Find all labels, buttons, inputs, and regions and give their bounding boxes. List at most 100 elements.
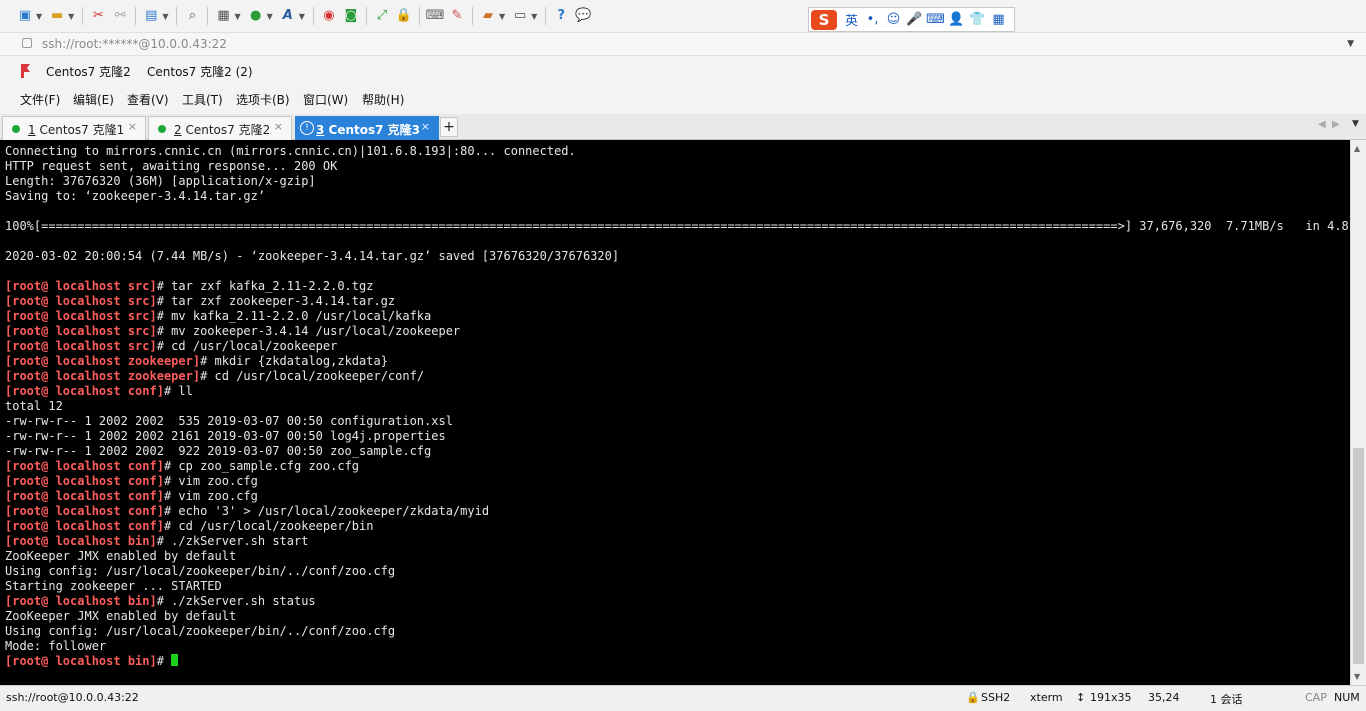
status-size: 191x35 — [1090, 691, 1132, 704]
close-icon[interactable]: × — [421, 120, 430, 133]
status-terminal-type: xterm — [1030, 691, 1063, 704]
terminal-line: [root@ localhost src]# mv zookeeper-3.4.… — [5, 324, 460, 339]
terminal-cursor — [171, 654, 179, 666]
dropdown-arrow-icon[interactable]: ▼ — [234, 12, 240, 21]
layout-icon[interactable]: ▦ — [214, 7, 232, 25]
new-session-icon[interactable]: ▣ — [16, 7, 34, 25]
resize-icon: ↕ — [1076, 691, 1086, 704]
output-text: Starting zookeeper ... STARTED — [5, 579, 222, 593]
shell-prompt: [root@ localhost conf] — [5, 519, 164, 533]
highlight-icon[interactable]: ✎ — [448, 7, 466, 25]
tab-scroll-left-icon[interactable]: ◀ — [1318, 119, 1326, 130]
terminal-line: [root@ localhost conf]# vim zoo.cfg — [5, 489, 258, 504]
terminal-line: [root@ localhost zookeeper]# cd /usr/loc… — [5, 369, 424, 384]
tab-scroll-right-icon[interactable]: ▶ — [1332, 119, 1340, 130]
tab-session-3[interactable]: ! 3 Centos7 克隆3 × — [295, 116, 439, 140]
shell-command: # cd /usr/local/zookeeper — [156, 339, 338, 353]
disconnect-icon[interactable]: ✂ — [89, 7, 107, 25]
bookmark-item[interactable]: Centos7 克隆2 (2) — [147, 63, 253, 80]
tab-layout-icon[interactable]: ▭ — [511, 7, 529, 25]
terminal-line: HTTP request sent, awaiting response... … — [5, 159, 337, 174]
output-text: -rw-rw-r-- 1 2002 2002 922 2019-03-07 00… — [5, 444, 432, 458]
folder-icon[interactable]: ▬ — [48, 7, 66, 25]
terminal-line: Using config: /usr/local/zookeeper/bin/.… — [5, 624, 395, 639]
ime-skin-icon[interactable]: 👕 — [967, 12, 988, 27]
menu-view[interactable]: 查看(V) — [127, 91, 169, 108]
toolbar-separator — [312, 7, 314, 25]
scrollbar-thumb[interactable] — [1353, 448, 1364, 664]
terminal-line: Saving to: ‘zookeeper-3.4.14.tar.gz’ — [5, 189, 265, 204]
address-text[interactable]: ssh://root:******@10.0.0.43:22 — [42, 37, 227, 51]
toolbar-separator — [365, 7, 367, 25]
tab-session-1[interactable]: 1 Centos7 克隆1 × — [2, 116, 146, 140]
ime-user-icon[interactable]: 👤 — [946, 12, 967, 27]
properties-icon[interactable]: ▤ — [142, 7, 160, 25]
bookmark-item[interactable]: Centos7 克隆2 — [46, 63, 131, 80]
toolbar-separator — [176, 7, 178, 25]
status-cursor-pos: 35,24 — [1148, 691, 1180, 704]
sogou-logo-icon[interactable]: S — [811, 9, 837, 30]
ime-mode-toggle[interactable]: 英 — [841, 10, 862, 29]
tab-session-2[interactable]: 2 Centos7 克隆2 × — [148, 116, 292, 140]
add-tab-button[interactable]: + — [440, 117, 458, 137]
shell-prompt: [root@ localhost src] — [5, 279, 157, 293]
close-icon[interactable]: × — [128, 120, 137, 133]
terminal-line: [root@ localhost conf]# vim zoo.cfg — [5, 474, 258, 489]
dropdown-arrow-icon[interactable]: ▼ — [68, 12, 74, 21]
ime-keyboard-icon[interactable]: ⌨ — [925, 12, 946, 27]
dropdown-arrow-icon[interactable]: ▼ — [531, 12, 537, 21]
terminal-line: ZooKeeper JMX enabled by default — [5, 549, 236, 564]
dropdown-arrow-icon[interactable]: ▼ — [267, 12, 273, 21]
shell-command: # cp zoo_sample.cfg zoo.cfg — [163, 459, 360, 473]
terminal-scrollbar[interactable]: ▲ ▼ — [1350, 140, 1366, 685]
shell-command: # ./zkServer.sh start — [156, 534, 309, 548]
ime-emoji-icon[interactable]: ☺ — [883, 12, 904, 27]
reconnect-icon[interactable]: ⚯ — [111, 7, 129, 25]
tab-number: 1 — [28, 123, 36, 137]
shell-prompt: [root@ localhost conf] — [5, 384, 164, 398]
connected-status-icon — [158, 125, 166, 133]
lock-icon[interactable]: 🔒 — [395, 7, 413, 25]
ime-voice-icon[interactable]: 🎤 — [904, 12, 925, 27]
shell-prompt: [root@ localhost conf] — [5, 474, 164, 488]
menu-window[interactable]: 窗口(W) — [303, 91, 348, 108]
shell-prompt: [root@ localhost src] — [5, 339, 157, 353]
transfer-icon[interactable]: ◙ — [342, 7, 360, 25]
shell-prompt: [root@ localhost zookeeper] — [5, 369, 201, 383]
ime-punctuation-toggle[interactable]: •, — [862, 12, 883, 27]
tab-list-chevron-icon[interactable]: ▼ — [1352, 119, 1359, 129]
address-bar[interactable]: ssh://root:******@10.0.0.43:22 ▼ — [0, 32, 1366, 56]
script-icon[interactable]: ▰ — [479, 7, 497, 25]
fullscreen-icon[interactable]: ⤢ — [373, 7, 391, 25]
font-icon[interactable]: A — [279, 7, 297, 25]
xftp-icon[interactable]: ◉ — [320, 7, 338, 25]
menu-tools[interactable]: 工具(T) — [182, 91, 223, 108]
output-text: -rw-rw-r-- 1 2002 2002 535 2019-03-07 00… — [5, 414, 453, 428]
dropdown-arrow-icon[interactable]: ▼ — [162, 12, 168, 21]
dropdown-arrow-icon[interactable]: ▼ — [36, 12, 42, 21]
menu-file[interactable]: 文件(F) — [20, 91, 60, 108]
globe-icon[interactable]: ● — [247, 7, 265, 25]
keyboard-icon[interactable]: ⌨ — [426, 7, 445, 25]
chat-icon[interactable]: 💬 — [574, 7, 592, 25]
menu-edit[interactable]: 编辑(E) — [73, 91, 114, 108]
find-icon[interactable]: ⌕ — [183, 7, 201, 25]
toolbar-separator — [82, 7, 84, 25]
chevron-down-icon[interactable]: ▼ — [1347, 39, 1354, 49]
terminal-line: total 12 — [5, 399, 63, 414]
scroll-down-icon[interactable]: ▼ — [1354, 672, 1360, 681]
terminal-line: Using config: /usr/local/zookeeper/bin/.… — [5, 564, 395, 579]
menu-help[interactable]: 帮助(H) — [362, 91, 404, 108]
ime-toolbox-icon[interactable]: ▦ — [988, 12, 1009, 27]
close-icon[interactable]: × — [274, 120, 283, 133]
dropdown-arrow-icon[interactable]: ▼ — [299, 12, 305, 21]
terminal-output[interactable]: Connecting to mirrors.cnnic.cn (mirrors.… — [0, 140, 1350, 685]
shell-prompt: [root@ localhost bin] — [5, 534, 157, 548]
output-text: 100%[===================================… — [5, 219, 1350, 233]
help-icon[interactable]: ? — [552, 7, 570, 25]
menu-tab[interactable]: 选项卡(B) — [236, 91, 290, 108]
scroll-up-icon[interactable]: ▲ — [1354, 144, 1360, 153]
tab-number: 3 — [316, 123, 325, 137]
shell-command: # echo '3' > /usr/local/zookeeper/zkdata… — [163, 504, 490, 518]
dropdown-arrow-icon[interactable]: ▼ — [499, 12, 505, 21]
